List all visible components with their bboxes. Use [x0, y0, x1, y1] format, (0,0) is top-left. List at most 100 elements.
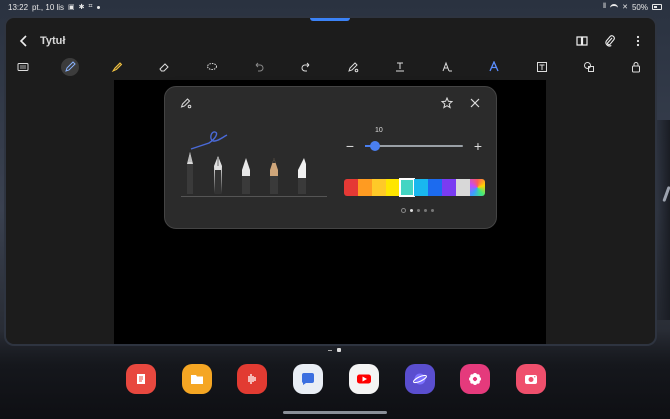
shapes-icon	[583, 62, 594, 72]
marker-pen[interactable]	[295, 156, 309, 196]
wifi-icon	[610, 4, 619, 10]
youtube-app-icon[interactable]	[348, 364, 379, 394]
ink-style-icon	[489, 61, 500, 72]
pen-size-control: 10 − +	[343, 127, 485, 157]
eraser-tool-button[interactable]	[155, 58, 173, 76]
color-swatch[interactable]	[456, 179, 470, 196]
color-swatch[interactable]	[386, 179, 400, 196]
pen-size-slider[interactable]	[365, 141, 463, 151]
internet-app-icon[interactable]	[404, 364, 435, 394]
redo-icon	[301, 62, 310, 72]
handwriting-to-text-button[interactable]	[438, 58, 456, 76]
palette-page-dot[interactable]	[417, 209, 420, 212]
color-swatch[interactable]	[358, 179, 372, 196]
text-format-icon	[396, 62, 405, 72]
dock-page-indicator	[328, 348, 341, 352]
battery-percent: 50%	[631, 2, 648, 12]
back-button[interactable]	[16, 33, 32, 49]
undo-icon	[255, 62, 264, 72]
attach-button[interactable]	[603, 34, 617, 48]
pen-size-value: 10	[375, 127, 383, 134]
book-icon	[576, 36, 588, 46]
color-swatch[interactable]	[344, 179, 358, 196]
ink-style-button[interactable]	[485, 58, 503, 76]
decrease-size-button[interactable]: −	[343, 139, 357, 153]
pen-settings-popup-icon	[179, 96, 193, 110]
insert-text-icon	[536, 62, 547, 72]
popup-header	[179, 95, 482, 111]
status-bar: 13:22 pt., 10 lis ▣ ✱ ⌗ ⦀ ✕ 50%	[0, 0, 670, 14]
calligraphy-pen[interactable]	[211, 154, 225, 196]
keyboard-icon	[17, 63, 29, 71]
color-swatch[interactable]	[428, 179, 442, 196]
palette-page-dot[interactable]	[410, 209, 413, 212]
color-swatch[interactable]	[414, 179, 428, 196]
more-options-button[interactable]	[631, 34, 645, 48]
color-swatch[interactable]	[442, 179, 456, 196]
lock-button[interactable]	[627, 58, 645, 76]
palette-page-dot[interactable]	[431, 209, 434, 212]
pinwheel-notification-icon: ✱	[78, 4, 85, 11]
screenshot-notification-icon: ⌗	[88, 3, 93, 10]
pen-icon	[65, 61, 76, 72]
dock-indicator-line	[328, 350, 332, 351]
palette-settings-icon[interactable]	[401, 208, 406, 213]
battery-icon	[652, 4, 662, 10]
more-vertical-icon	[636, 35, 640, 47]
palette-page-indicator	[401, 208, 434, 213]
close-icon	[470, 98, 480, 108]
increase-size-button[interactable]: +	[471, 139, 485, 153]
title-bar: Tytuł	[6, 28, 655, 54]
lasso-tool-button[interactable]	[203, 58, 221, 76]
custom-color-picker[interactable]	[470, 179, 485, 196]
star-icon	[441, 97, 453, 109]
highlighter-tool-button[interactable]	[108, 58, 126, 76]
status-date: pt., 10 lis	[32, 2, 65, 12]
gallery-app-icon[interactable]	[460, 364, 491, 394]
palette-page-dot[interactable]	[424, 209, 427, 212]
redo-button[interactable]	[297, 58, 315, 76]
color-swatch[interactable]	[399, 178, 415, 197]
undo-button[interactable]	[250, 58, 268, 76]
color-palette	[344, 178, 485, 197]
pen-tool-button[interactable]	[61, 58, 80, 76]
window-handle[interactable]	[310, 18, 350, 21]
lasso-icon	[206, 63, 217, 70]
files-app-icon[interactable]	[181, 364, 212, 394]
favorite-button[interactable]	[440, 96, 454, 110]
text-mode-button[interactable]	[14, 58, 32, 76]
app-dock	[126, 364, 546, 396]
image-notification-icon: ▣	[68, 4, 75, 11]
voice-recorder-app-icon[interactable]	[237, 364, 268, 394]
dock-indicator-home	[337, 348, 341, 352]
more-notifications-icon	[96, 5, 100, 9]
messages-app-icon[interactable]	[293, 364, 324, 394]
pen-settings-popup: 10 − +	[164, 86, 497, 229]
note-title[interactable]: Tytuł	[40, 35, 65, 47]
ballpoint-pen[interactable]	[239, 156, 253, 196]
eraser-icon	[159, 63, 170, 72]
book-view-button[interactable]	[575, 34, 589, 48]
camera-app-icon[interactable]	[515, 364, 546, 394]
chevron-left-icon	[19, 35, 27, 47]
pencil[interactable]	[267, 156, 281, 196]
text-format-button[interactable]	[391, 58, 409, 76]
home-gesture-bar[interactable]	[283, 411, 387, 414]
insert-button[interactable]	[533, 58, 551, 76]
notes-app-window: Tytuł 10 − +	[6, 18, 655, 344]
drawing-toolbar	[6, 56, 655, 78]
notes-app-icon[interactable]	[126, 364, 156, 394]
close-popup-button[interactable]	[468, 96, 482, 110]
fountain-pen[interactable]	[183, 150, 197, 196]
handwriting-icon	[442, 61, 453, 72]
pen-size-slider-thumb[interactable]	[369, 141, 380, 151]
mute-icon: ✕	[622, 4, 628, 11]
color-swatch[interactable]	[372, 179, 386, 196]
lock-icon	[631, 62, 640, 73]
highlighter-icon	[111, 62, 123, 73]
pen-settings-icon	[180, 98, 192, 109]
shapes-button[interactable]	[580, 58, 598, 76]
pen-type-selector	[181, 127, 327, 199]
paperclip-icon	[605, 35, 615, 47]
pen-settings-button[interactable]	[344, 58, 362, 76]
